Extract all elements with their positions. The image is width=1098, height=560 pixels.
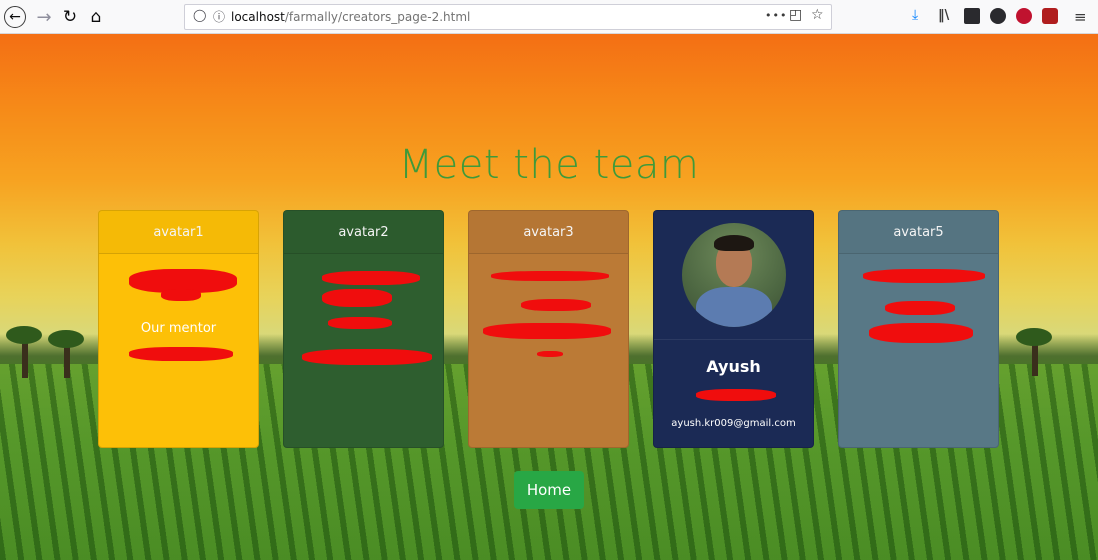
redaction-mark xyxy=(863,269,985,283)
card-header: avatar3 xyxy=(469,211,628,254)
card-divider xyxy=(654,339,813,340)
palm-tree xyxy=(1016,328,1052,346)
ublock-extension-icon[interactable] xyxy=(1016,8,1032,24)
url-host: localhost xyxy=(231,10,285,24)
redaction-mark xyxy=(161,289,201,301)
card-header: avatar2 xyxy=(284,211,443,254)
redaction-mark xyxy=(869,323,973,343)
library-icon[interactable]: ‖\ xyxy=(938,8,954,24)
reload-icon[interactable]: ↻ xyxy=(58,5,82,29)
redaction-mark xyxy=(885,301,955,315)
shield-icon[interactable]: ◯ xyxy=(193,8,206,22)
team-card-1: avatar1 Our mentor xyxy=(98,210,259,448)
browser-toolbar: ← → ↻ ⌂ ◯ ⓘ localhost/farmally/creators_… xyxy=(0,0,1098,34)
team-card-5: avatar5 xyxy=(838,210,999,448)
redaction-mark xyxy=(483,323,611,339)
redaction-mark xyxy=(322,271,420,285)
profile-photo-hair xyxy=(714,235,754,251)
home-icon[interactable]: ⌂ xyxy=(84,5,108,29)
redaction-mark xyxy=(696,389,776,401)
redaction-mark xyxy=(328,317,392,329)
page-body: Meet the team avatar1 Our mentor avatar2… xyxy=(0,34,1098,560)
download-icon[interactable]: ⤓ xyxy=(912,7,928,23)
info-icon[interactable]: ⓘ xyxy=(213,8,225,25)
palm-tree xyxy=(6,326,42,344)
team-card-3: avatar3 xyxy=(468,210,629,448)
redaction-mark xyxy=(302,349,432,365)
page-title: Meet the team xyxy=(398,142,700,188)
page-actions-menu-icon[interactable]: ••• xyxy=(765,9,787,22)
profile-photo xyxy=(682,223,786,327)
home-button[interactable]: Home xyxy=(514,471,584,509)
redaction-mark xyxy=(491,271,609,281)
account-icon[interactable] xyxy=(990,8,1006,24)
menu-icon[interactable]: ≡ xyxy=(1074,8,1090,26)
extension-icon[interactable] xyxy=(1042,8,1058,24)
sidebar-icon[interactable] xyxy=(964,8,980,24)
url-bar[interactable]: ◯ ⓘ localhost/farmally/creators_page-2.h… xyxy=(184,4,832,30)
team-card-4: Ayush ayush.kr009@gmail.com xyxy=(653,210,814,448)
team-card-2: avatar2 xyxy=(283,210,444,448)
palm-tree xyxy=(48,330,84,348)
card-header: avatar5 xyxy=(839,211,998,254)
profile-photo-body xyxy=(696,287,772,327)
redaction-mark xyxy=(521,299,591,311)
url-text[interactable]: localhost/farmally/creators_page-2.html xyxy=(231,10,470,24)
card-header: avatar1 xyxy=(99,211,258,254)
url-path: /farmally/creators_page-2.html xyxy=(284,10,471,24)
redaction-mark xyxy=(322,289,392,307)
card-name: Ayush xyxy=(706,357,761,376)
back-arrow-icon[interactable]: ← xyxy=(4,6,26,28)
card-email: ayush.kr009@gmail.com xyxy=(671,418,796,429)
card-role: Our mentor xyxy=(140,321,217,336)
redaction-mark xyxy=(537,351,563,357)
forward-arrow-icon[interactable]: → xyxy=(32,5,56,29)
redaction-mark xyxy=(129,347,233,361)
pocket-icon[interactable]: ◰ xyxy=(789,7,802,23)
bookmark-star-icon[interactable]: ☆ xyxy=(811,7,824,23)
